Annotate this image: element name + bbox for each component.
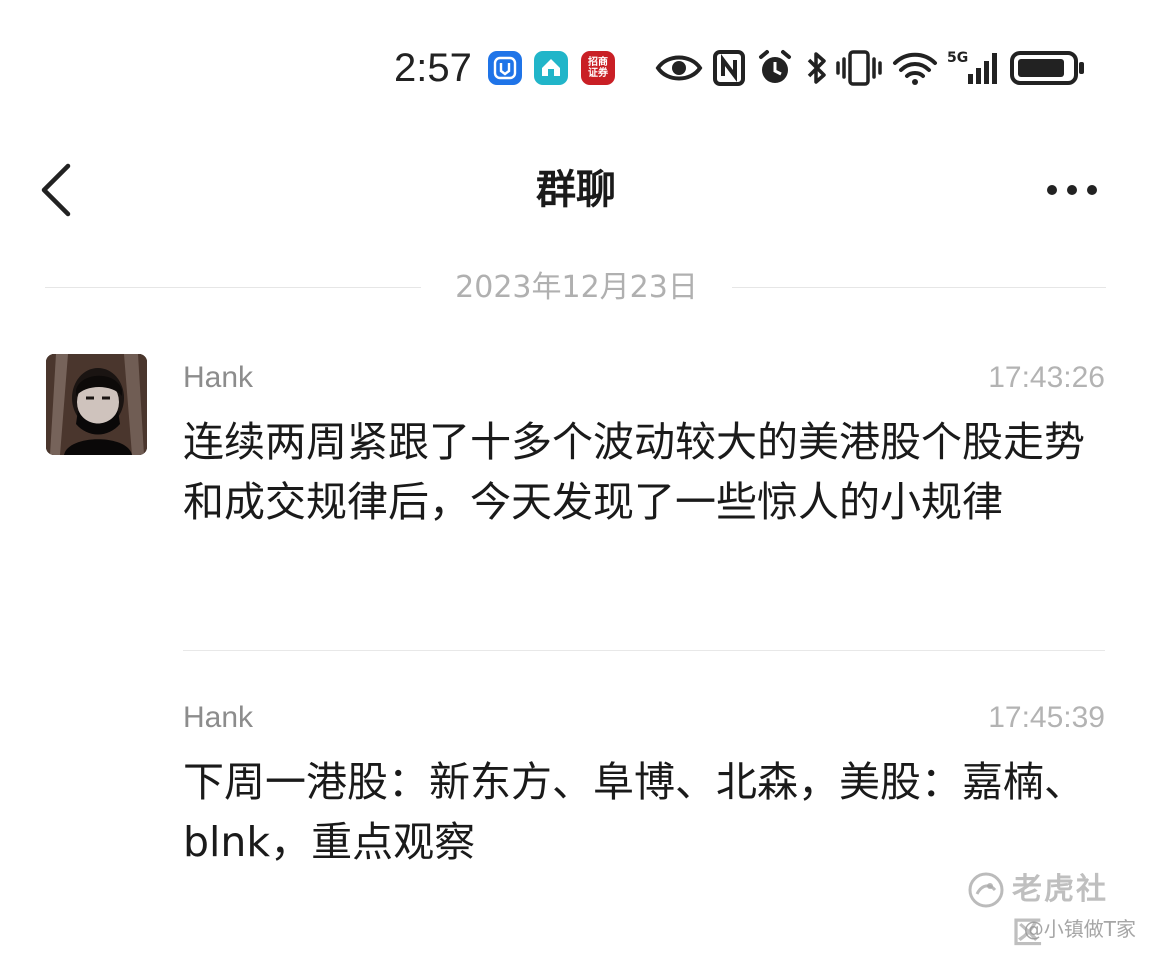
chat-header: 群聊 — [0, 148, 1152, 232]
sender-name[interactable]: Hank — [183, 356, 253, 400]
app-notification-icon — [488, 51, 522, 85]
divider — [45, 287, 421, 288]
signal-5g-icon: 5G — [946, 48, 1000, 88]
message-time: 17:45:39 — [988, 701, 1105, 734]
divider — [732, 287, 1106, 288]
date-label: 2023年12月23日 — [455, 270, 698, 305]
status-clock: 2:57 — [394, 46, 472, 90]
battery-icon — [1010, 48, 1086, 88]
vibrate-icon — [836, 48, 882, 88]
watermark-user: @小镇做T家 — [1023, 917, 1136, 941]
message-text[interactable]: 下周一港股：新东方、阜博、北森，美股：嘉楠、blnk，重点观察 — [183, 752, 1105, 872]
sender-name[interactable]: Hank — [183, 696, 253, 740]
avatar[interactable] — [46, 354, 147, 455]
tiger-logo-icon — [968, 872, 1004, 908]
date-separator: 2023年12月23日 — [0, 266, 1152, 310]
divider — [183, 650, 1105, 651]
message-item[interactable]: Hank 17:43:26 连续两周紧跟了十多个波动较大的美港股个股走势和成交规… — [183, 356, 1105, 626]
eye-icon — [655, 48, 703, 88]
more-button[interactable] — [1036, 172, 1108, 208]
watermark-logo: 老虎社区 — [966, 866, 1136, 951]
nfc-icon — [712, 48, 746, 88]
more-horizontal-icon — [1047, 185, 1097, 195]
message-item[interactable]: Hank 17:45:39 下周一港股：新东方、阜博、北森，美股：嘉楠、blnk… — [183, 696, 1105, 886]
avatar-image — [46, 354, 147, 455]
bluetooth-icon — [804, 48, 830, 88]
message-time: 17:43:26 — [988, 361, 1105, 394]
alarm-icon — [756, 48, 794, 88]
wifi-icon — [892, 48, 938, 88]
status-bar: 2:57 招商证券 5G — [0, 40, 1152, 96]
network-label: 5G — [947, 50, 968, 66]
page-title: 群聊 — [536, 167, 616, 213]
message-text[interactable]: 连续两周紧跟了十多个波动较大的美港股个股走势和成交规律后，今天发现了一些惊人的小… — [183, 412, 1105, 532]
securities-app-icon: 招商证券 — [581, 51, 615, 85]
securities-app-label: 招商证券 — [588, 57, 608, 79]
home-app-icon — [534, 51, 568, 85]
